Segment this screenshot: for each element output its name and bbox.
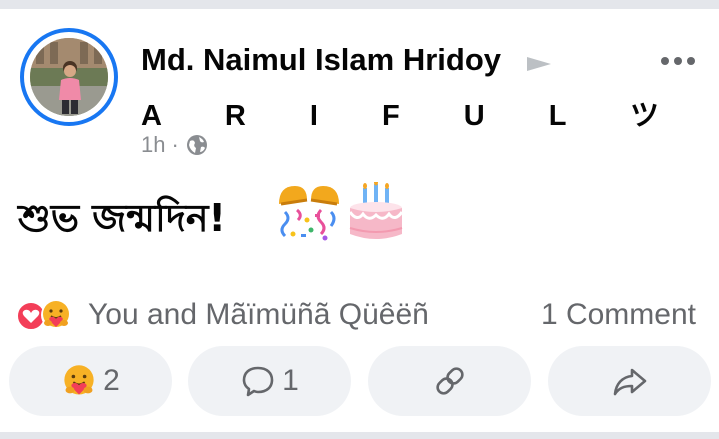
top-divider	[0, 0, 719, 9]
comment-count[interactable]: 1 Comment	[541, 298, 696, 332]
reaction-count: 2	[103, 364, 120, 397]
recipient-name[interactable]: A R I F U L ツ	[141, 92, 687, 134]
post-time[interactable]: 1h	[141, 132, 165, 158]
care-hug-icon	[64, 365, 94, 395]
meta-separator: ·	[171, 132, 179, 157]
avatar-photo	[30, 38, 108, 116]
post-text: শুভ জন্মদিন!	[18, 196, 226, 240]
share-button[interactable]	[548, 346, 711, 416]
arrow-right-icon	[527, 57, 551, 71]
comment-button[interactable]: 1	[188, 346, 351, 416]
birthday-cake-emoji	[348, 182, 404, 239]
comment-bubble-icon	[242, 366, 274, 397]
reactors-text[interactable]: You and Mãïmüñã Qüêëñ	[88, 298, 429, 332]
bottom-divider	[0, 432, 719, 439]
author-avatar[interactable]	[20, 28, 118, 126]
link-icon	[435, 367, 464, 395]
comment-button-count: 1	[282, 364, 299, 397]
party-popper-emoji	[279, 186, 339, 241]
more-options-icon[interactable]	[660, 55, 696, 67]
care-hug-icon	[41, 300, 71, 330]
copy-link-button[interactable]	[368, 346, 531, 416]
react-button[interactable]: 2	[9, 346, 172, 416]
post-meta: 1h ·	[141, 132, 209, 158]
share-arrow-icon	[613, 368, 646, 396]
author-name[interactable]: Md. Naimul Islam Hridoy	[141, 42, 501, 78]
reactions-summary[interactable]: You and Mãïmüñã Qüêëñ 1 Comment	[16, 296, 700, 334]
globe-icon[interactable]	[185, 133, 209, 157]
